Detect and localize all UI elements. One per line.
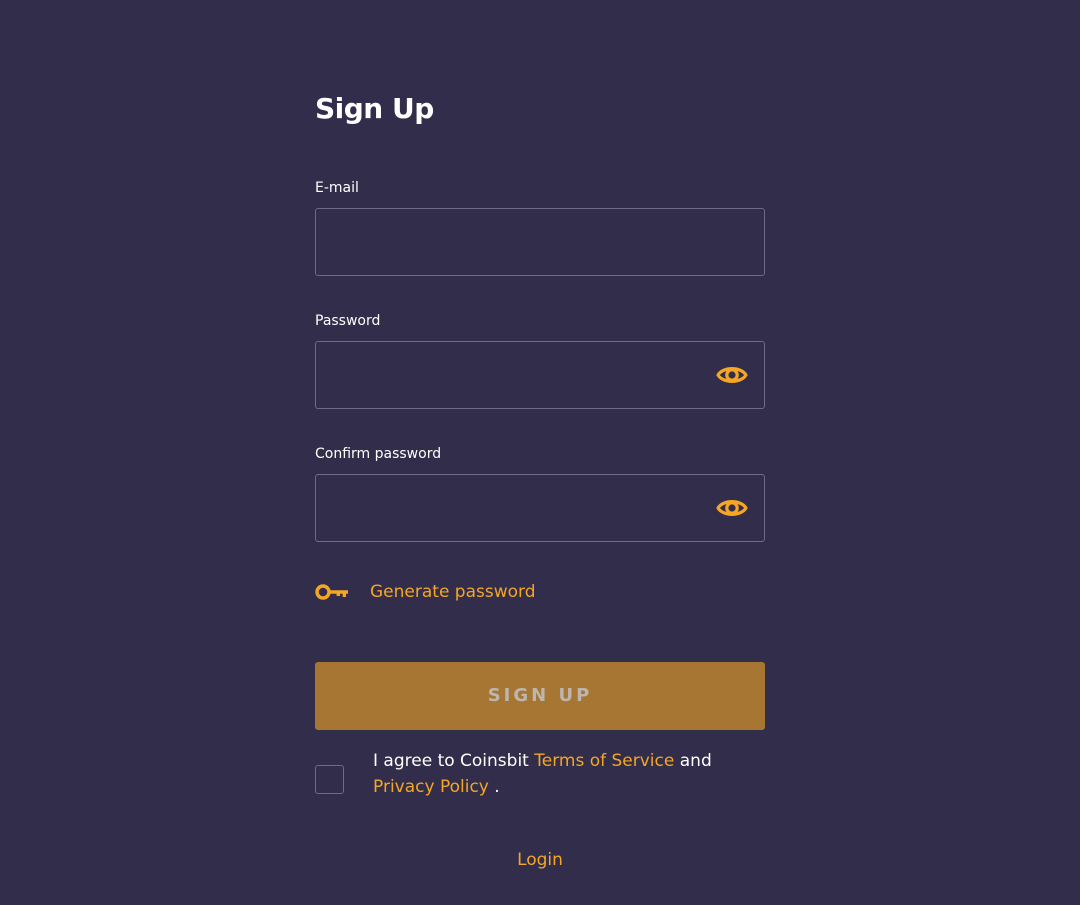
eye-icon [716, 367, 748, 383]
email-label: E-mail [315, 180, 359, 196]
login-link[interactable]: Login [517, 850, 563, 870]
show-confirm-password-toggle[interactable] [716, 496, 748, 520]
key-icon [315, 584, 348, 600]
agreement-text: I agree to Coinsbit Terms of Service and… [373, 748, 765, 800]
confirm-password-label: Confirm password [315, 446, 442, 462]
signup-page: Sign Up E-mail Password Confirm password [0, 0, 1080, 905]
terms-of-service-link[interactable]: Terms of Service [534, 751, 674, 771]
eye-icon [716, 500, 748, 516]
password-label: Password [315, 313, 381, 329]
password-field[interactable] [316, 342, 764, 408]
email-field[interactable] [316, 209, 764, 275]
generate-password-label: Generate password [370, 582, 536, 602]
agreement-conjunction: and [679, 751, 712, 771]
privacy-policy-link[interactable]: Privacy Policy [373, 777, 489, 797]
password-field-box [315, 341, 765, 409]
confirm-password-field[interactable] [316, 475, 764, 541]
agreement-prefix: I agree to Coinsbit [373, 751, 529, 771]
sign-up-button[interactable]: SIGN UP [315, 662, 765, 730]
generate-password-button[interactable]: Generate password [315, 578, 536, 606]
email-field-box [315, 208, 765, 276]
agree-checkbox[interactable] [315, 765, 344, 794]
page-title: Sign Up [315, 92, 434, 125]
agreement-suffix: . [494, 777, 500, 797]
login-row: Login [0, 850, 1080, 870]
confirm-password-field-box [315, 474, 765, 542]
show-password-toggle[interactable] [716, 363, 748, 387]
